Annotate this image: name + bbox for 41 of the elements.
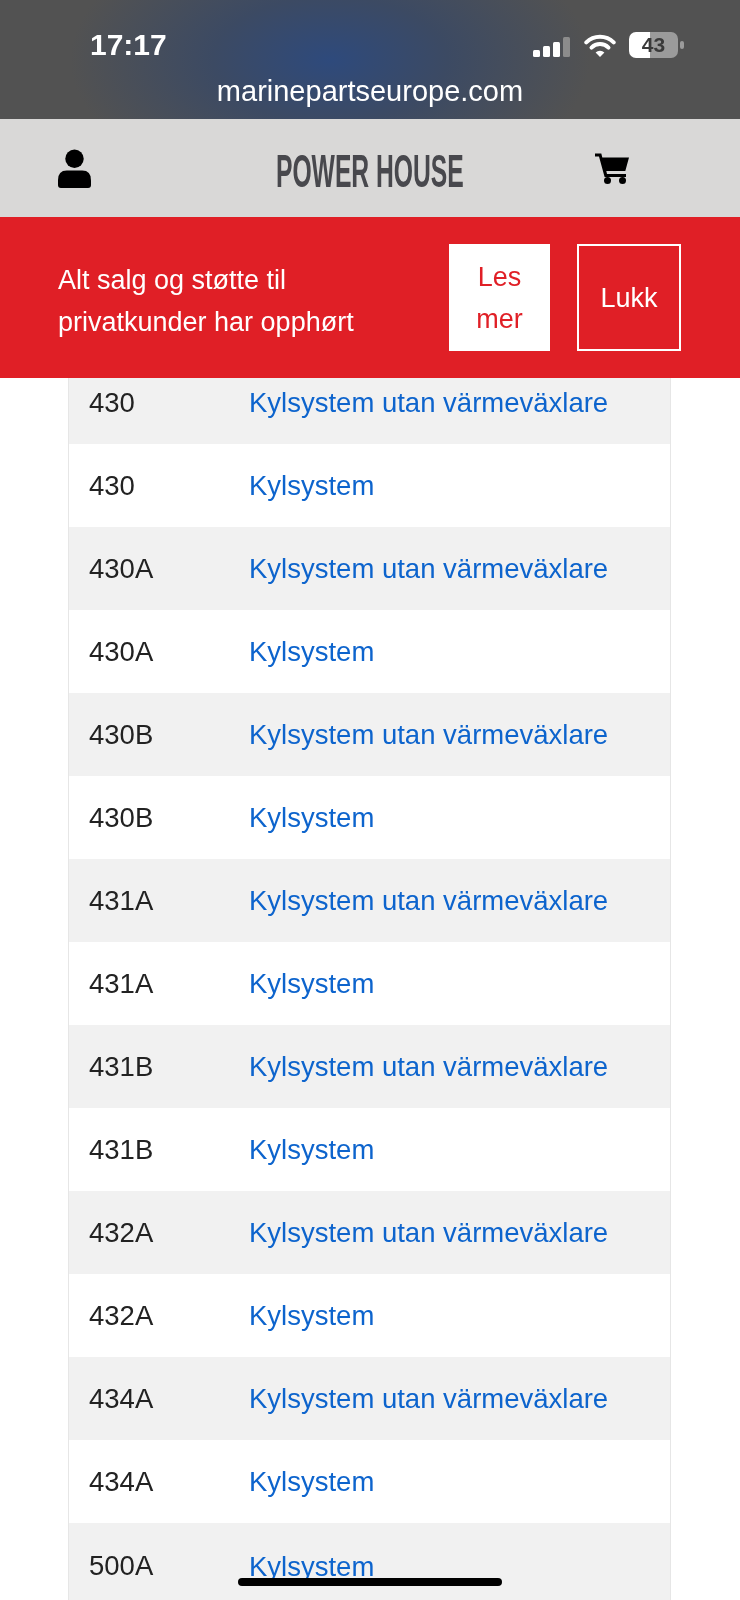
table-cell-text: 430B: [89, 800, 155, 835]
cart-icon[interactable]: [595, 152, 629, 184]
table-cell-text: 431A: [89, 883, 155, 918]
part-link[interactable]: Kylsystem: [249, 1132, 375, 1167]
part-link[interactable]: Kylsystem: [249, 468, 375, 503]
table-cell-text: 430: [89, 468, 136, 503]
close-button[interactable]: Lukk: [577, 244, 681, 351]
table-cell-text: 431A: [89, 966, 155, 1001]
table-cell-text: 431B: [89, 1049, 155, 1084]
table-cell-text: 430B: [89, 717, 155, 752]
part-link[interactable]: Kylsystem: [249, 966, 375, 1001]
part-link[interactable]: Kylsystem: [249, 1298, 375, 1333]
table-cell-text: 430A: [89, 634, 155, 669]
table-cell-text: 500A: [89, 1549, 155, 1583]
part-link[interactable]: Kylsystem: [249, 634, 375, 669]
table-cell-text: 432A: [89, 1298, 155, 1333]
user-icon[interactable]: [58, 148, 91, 188]
part-link[interactable]: Kylsystem: [249, 1554, 375, 1578]
table-cell-text: 430: [89, 385, 136, 420]
wifi-icon: [584, 33, 616, 57]
part-link[interactable]: Kylsystem utan värmeväxlare: [249, 717, 609, 752]
notice-message: Alt salg og støtte til privatkunder har opphørt: [58, 263, 355, 339]
part-link[interactable]: Kylsystem utan värmeväxlare: [249, 1381, 609, 1416]
part-link[interactable]: Kylsystem: [249, 1464, 375, 1499]
part-link[interactable]: Kylsystem utan värmeväxlare: [249, 385, 609, 420]
table-cell-text: 430A: [89, 551, 155, 586]
part-link[interactable]: Kylsystem utan värmeväxlare: [249, 883, 609, 918]
battery-tip-icon: [680, 41, 684, 49]
read-more-button[interactable]: Les mer: [449, 244, 550, 351]
table-cell-text: 431B: [89, 1132, 155, 1167]
signal-icon: [533, 37, 570, 57]
part-link[interactable]: Kylsystem utan värmeväxlare: [249, 1215, 609, 1250]
part-link[interactable]: Kylsystem utan värmeväxlare: [249, 1049, 609, 1084]
address-bar-url[interactable]: marinepartseurope.com: [216, 74, 524, 108]
site-logo[interactable]: POWER HOUSE: [276, 151, 464, 191]
table-cell-text: 432A: [89, 1215, 155, 1250]
status-time: 17:17: [90, 28, 167, 62]
table-cell-text: 434A: [89, 1381, 155, 1416]
part-link[interactable]: Kylsystem utan värmeväxlare: [249, 551, 609, 586]
part-link[interactable]: Kylsystem: [249, 800, 375, 835]
table-cell-text: 434A: [89, 1464, 155, 1499]
